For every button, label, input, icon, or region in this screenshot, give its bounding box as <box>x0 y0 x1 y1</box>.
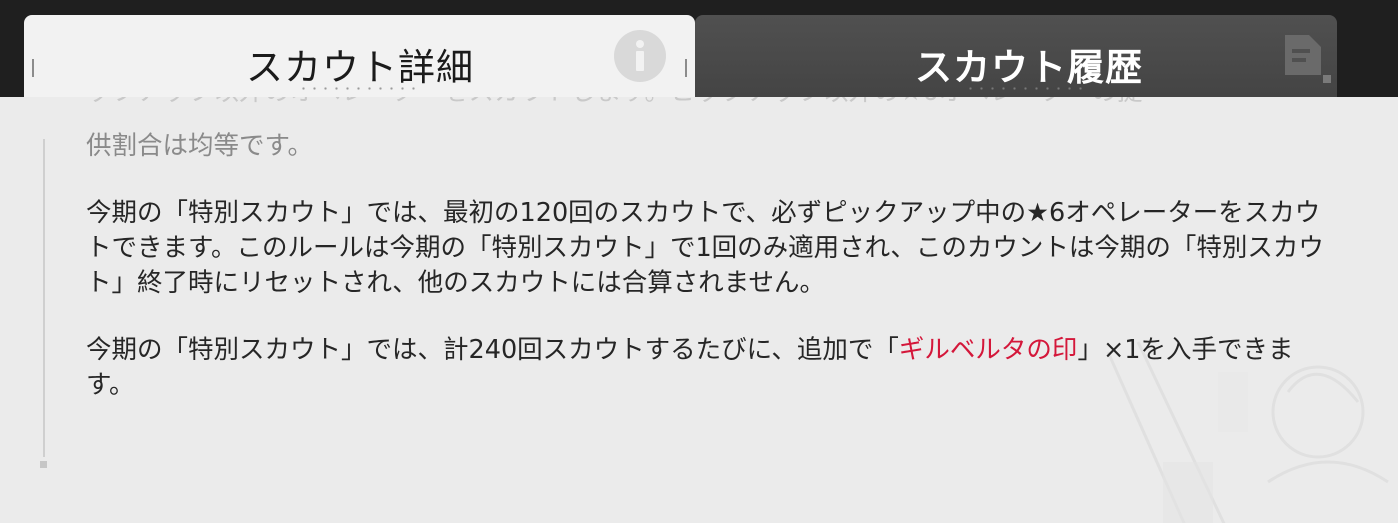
clipped-text-line: ップアップ以外のオペレーターをスカウトします。ピックアップ以外の★6オペレーター… <box>86 97 1326 107</box>
tab-scout-history[interactable]: スカウト履歴 <box>695 15 1337 97</box>
tab-scout-details-label: スカウト詳細 <box>246 46 474 89</box>
tab-underline-dots <box>298 87 418 90</box>
item-name-highlight: ギルベルタの印 <box>898 335 1078 365</box>
rules-text: 今期の「特別スカウト」では、計240回スカウトするたびに、追加で「 <box>86 335 899 365</box>
rules-paragraph: 今期の「特別スカウト」では、最初の120回のスカウトで、必ずピックアップ中の★6… <box>86 198 1324 298</box>
scout-rules-text: 供割合は均等です。 今期の「特別スカウト」では、最初の120回のスカウトで、必ず… <box>86 129 1326 435</box>
tab-scout-details[interactable]: スカウト詳細 <box>24 15 695 97</box>
tab-separator <box>32 59 34 77</box>
rules-paragraph: 今期の「特別スカウト」では、計240回スカウトするたびに、追加で「ギルベルタの印… <box>86 333 1326 403</box>
scrollbar-track[interactable] <box>43 139 45 457</box>
scrollbar-handle[interactable] <box>40 461 47 468</box>
info-icon <box>614 30 666 82</box>
rules-paragraph: 供割合は均等です。 <box>86 131 313 161</box>
scout-details-panel[interactable]: ップアップ以外のオペレーターをスカウトします。ピックアップ以外の★6オペレーター… <box>0 97 1398 523</box>
document-icon <box>1283 31 1331 83</box>
top-bar: スカウト詳細 スカウト履歴 <box>0 0 1398 97</box>
tab-separator <box>685 59 687 77</box>
tab-scout-history-label: スカウト履歴 <box>915 46 1143 89</box>
tab-underline-dots <box>965 87 1085 90</box>
